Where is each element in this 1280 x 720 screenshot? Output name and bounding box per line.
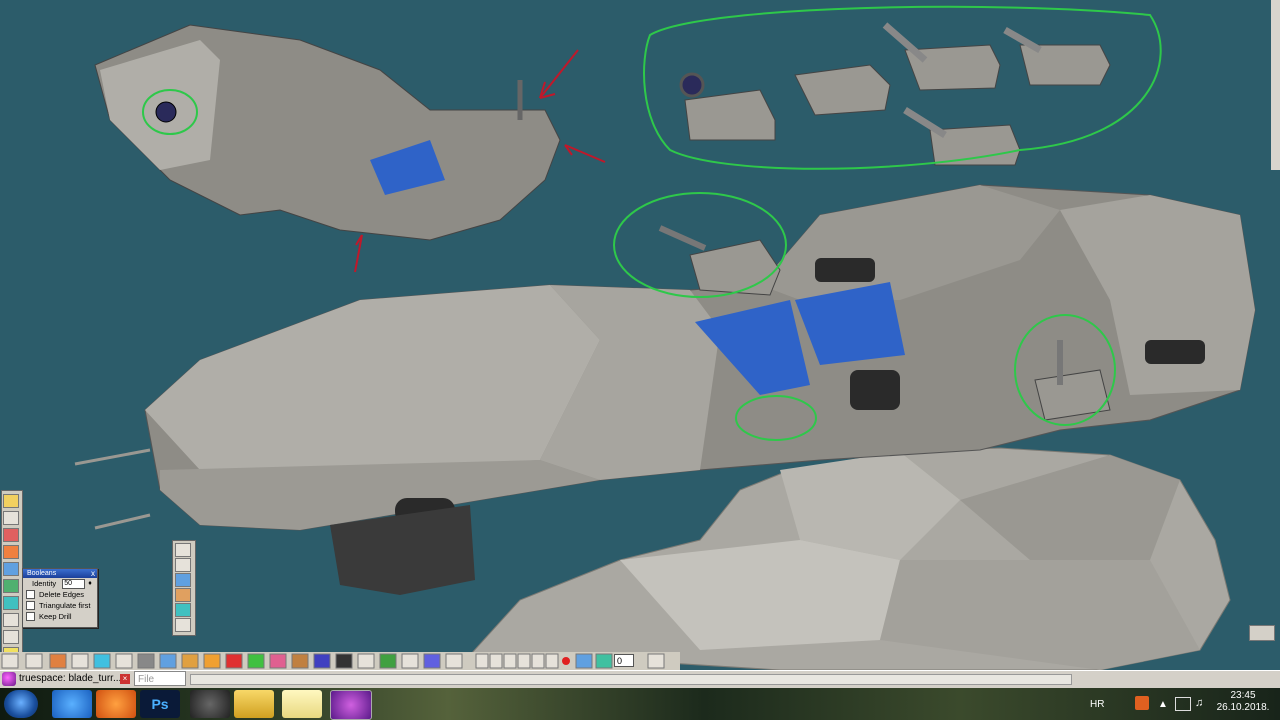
view-toggle-icon[interactable] <box>1249 625 1275 641</box>
delete-edges-label: Delete Edges <box>39 590 85 599</box>
identity-label: Identity <box>32 579 57 588</box>
booleans-titlebar[interactable]: Booleans x <box>23 569 97 578</box>
media-player-icon[interactable] <box>96 690 136 718</box>
vent-block <box>815 258 875 282</box>
boolean-slice-icon[interactable] <box>175 588 191 602</box>
clock-date: 26.10.2018. <box>1216 702 1270 713</box>
tool-object-icon[interactable] <box>3 494 19 508</box>
boolean-box-icon[interactable] <box>175 618 191 632</box>
frame-counter[interactable]: 0 <box>614 654 634 667</box>
vent-block-2 <box>1145 340 1205 364</box>
file-menu[interactable]: File <box>134 671 186 686</box>
boolean-drill-icon[interactable] <box>175 603 191 617</box>
keep-drill-label: Keep Drill <box>39 612 72 621</box>
vent-block-3 <box>850 370 900 410</box>
tool-move-icon[interactable] <box>3 511 19 525</box>
boolean-union-icon[interactable] <box>175 558 191 572</box>
identity-row: Identity 50 ♦ <box>23 578 97 589</box>
triangulate-row[interactable]: Triangulate first <box>23 600 97 611</box>
unity-icon[interactable] <box>190 690 230 718</box>
window-title: truespace: blade_turr... <box>19 673 122 684</box>
file-explorer-icon[interactable] <box>234 690 274 718</box>
tool-deform-icon[interactable] <box>3 613 19 627</box>
show-hidden-icons-icon[interactable]: ▲ <box>1158 699 1168 710</box>
system-clock[interactable]: 23:45 26.10.2018. <box>1210 690 1276 714</box>
tool-misc-icon[interactable] <box>3 630 19 644</box>
booleans-panel: Booleans x Identity 50 ♦ Delete Edges Tr… <box>22 568 98 628</box>
boolean-intersect-icon[interactable] <box>175 573 191 587</box>
close-icon[interactable]: x <box>91 569 95 578</box>
progress-track <box>190 674 1072 685</box>
clock-time: 23:45 <box>1230 690 1256 701</box>
triangulate-label: Triangulate first <box>39 601 91 610</box>
keep-drill-checkbox[interactable] <box>26 612 35 621</box>
toolbar-icons <box>0 652 680 670</box>
spinner-icon[interactable]: ♦ <box>88 580 92 587</box>
delete-edges-row[interactable]: Delete Edges <box>23 589 97 600</box>
tool-paint-icon[interactable] <box>3 528 19 542</box>
tool-scene-icon[interactable] <box>3 596 19 610</box>
truespace-window-title[interactable]: truespace: blade_turr... <box>0 670 132 687</box>
photoshop-icon[interactable]: Ps <box>140 690 180 718</box>
antenna <box>74 448 151 466</box>
tray-app-icon[interactable] <box>1135 696 1149 710</box>
turret-catalog <box>679 22 1111 166</box>
antenna-2 <box>94 513 151 530</box>
tool-render-icon[interactable] <box>3 545 19 559</box>
notepad-icon[interactable] <box>282 690 322 718</box>
boolean-subtract-icon[interactable] <box>175 543 191 557</box>
left-toolbar <box>1 490 23 667</box>
window-close-icon[interactable]: × <box>120 674 130 684</box>
tool-booleans-icon[interactable] <box>3 579 19 593</box>
internet-explorer-icon[interactable] <box>52 690 92 718</box>
main-hull-front-upper <box>145 285 600 470</box>
network-icon[interactable] <box>1175 697 1191 711</box>
tool-material-icon[interactable] <box>3 562 19 576</box>
volume-icon[interactable]: ♫ <box>1195 697 1203 709</box>
booleans-title: Booleans <box>27 570 57 577</box>
keep-drill-row[interactable]: Keep Drill <box>23 611 97 622</box>
start-button[interactable] <box>4 690 38 718</box>
identity-input[interactable]: 50 <box>62 578 86 589</box>
language-indicator[interactable]: HR <box>1090 699 1104 710</box>
truespace-logo-icon <box>2 671 16 686</box>
triangulate-checkbox[interactable] <box>26 601 35 610</box>
boolean-toolbar <box>172 540 196 636</box>
small-ship-lens <box>155 101 177 123</box>
truespace-taskbar-icon[interactable] <box>330 690 372 720</box>
vertical-scrollbar[interactable] <box>1271 0 1280 170</box>
delete-edges-checkbox[interactable] <box>26 590 35 599</box>
main-toolbar: 0 <box>0 652 1280 670</box>
